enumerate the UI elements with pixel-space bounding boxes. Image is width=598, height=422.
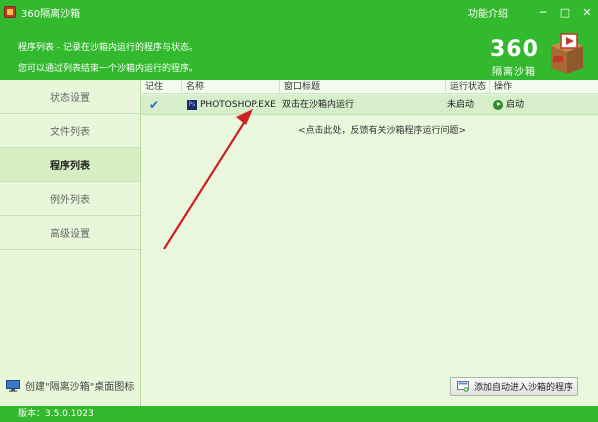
sidebar-item-label: 例外列表 [50, 195, 90, 206]
create-desktop-icon-link[interactable]: 创建"隔离沙箱"桌面图标 [6, 378, 134, 393]
logo-text: 隔离沙箱 [492, 67, 536, 78]
header-banner: 程序列表 - 记录在沙箱内运行的程序与状态。 您可以通过列表结束一个沙箱内运行的… [0, 24, 598, 80]
sidebar-item-label: 状态设置 [50, 93, 90, 104]
logo-number: 360 [490, 37, 539, 62]
window-title: 360隔离沙箱 [21, 8, 81, 20]
start-button[interactable]: 启动 [493, 95, 524, 115]
remember-check-icon[interactable]: ✔ [149, 95, 159, 115]
sidebar-item-label: 文件列表 [50, 127, 90, 138]
version-status: 版本：3.5.0.1023 [0, 406, 598, 422]
window-title-cell: 双击在沙箱内运行 [282, 100, 355, 110]
column-status[interactable]: 运行状态 [445, 80, 489, 94]
feedback-link[interactable]: <点击此处，反馈有关沙箱程序运行问题> [298, 123, 466, 136]
sidebar: 状态设置 文件列表 程序列表 例外列表 高级设置 创建"隔离沙箱"桌面图标 [0, 80, 141, 406]
status-cell: 未启动 [447, 100, 475, 110]
column-action[interactable]: 操作 [489, 80, 598, 94]
start-label: 启动 [506, 100, 525, 110]
sidebar-item-label: 程序列表 [50, 161, 90, 172]
app-icon [4, 6, 16, 18]
column-window-title[interactable]: 窗口标题 [279, 80, 445, 94]
table-row[interactable]: ✔ Ps PHOTOSHOP.EXE 双击在沙箱内运行 未启动 启动 [141, 95, 598, 115]
play-icon [493, 99, 503, 110]
function-intro-link[interactable]: 功能介绍 [468, 5, 508, 20]
table-header: 记住 名称 窗口标题 运行状态 操作 [141, 80, 598, 94]
sandbox-box-icon [551, 33, 583, 74]
add-program-label: 添加自动进入沙箱的程序 [474, 383, 574, 393]
column-remember[interactable]: 记住 [141, 80, 181, 94]
maximize-button[interactable]: □ [554, 0, 576, 24]
add-program-icon [457, 381, 469, 392]
close-button[interactable]: ✕ [576, 0, 598, 24]
banner-hint: 您可以通过列表结束一个沙箱内运行的程序。 [18, 64, 199, 74]
photoshop-icon: Ps [187, 99, 197, 110]
sidebar-item-file-list[interactable]: 文件列表 [0, 114, 140, 148]
program-name: PHOTOSHOP.EXE [200, 100, 276, 110]
minimize-button[interactable]: ─ [532, 0, 554, 24]
sidebar-item-exception-list[interactable]: 例外列表 [0, 182, 140, 216]
add-auto-sandbox-program-button[interactable]: 添加自动进入沙箱的程序 [450, 377, 578, 396]
monitor-icon [6, 379, 20, 392]
title-bar: 360隔离沙箱 功能介绍 ─ □ ✕ [0, 0, 598, 24]
sidebar-item-label: 高级设置 [50, 229, 90, 240]
program-list-panel: 记住 名称 窗口标题 运行状态 操作 ✔ Ps PHOTOSHOP.EXE 双击在… [141, 80, 598, 406]
program-name-cell: Ps PHOTOSHOP.EXE [187, 95, 276, 115]
create-desktop-icon-label: 创建"隔离沙箱"桌面图标 [25, 382, 135, 393]
column-name[interactable]: 名称 [181, 80, 279, 94]
sidebar-item-status-settings[interactable]: 状态设置 [0, 80, 140, 114]
banner-description: 程序列表 - 记录在沙箱内运行的程序与状态。 [18, 43, 198, 53]
sidebar-item-program-list[interactable]: 程序列表 [0, 148, 140, 182]
sidebar-item-advanced-settings[interactable]: 高级设置 [0, 216, 140, 250]
